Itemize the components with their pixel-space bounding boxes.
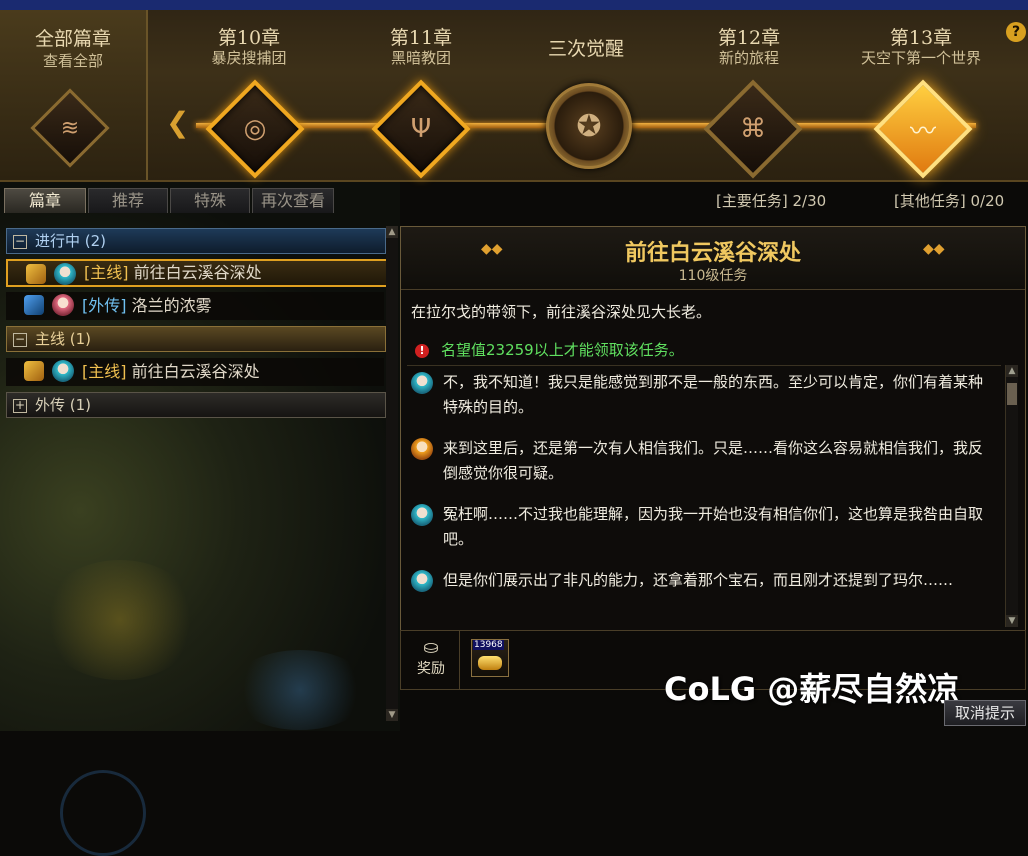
shield-eye-icon: ◎ <box>243 114 267 144</box>
dialog-scrollbar[interactable]: ▲ ▼ <box>1005 365 1018 627</box>
reward-item-gold[interactable]: 13968 <box>471 639 509 677</box>
scroll-up-icon[interactable]: ▲ <box>386 226 398 238</box>
scroll-up-icon[interactable]: ▲ <box>1006 365 1018 377</box>
quest-tag: [主线] <box>84 263 129 282</box>
chapter-bar: 全部篇章 查看全部 ≋ ❮ 第10章 暴戾搜捕团 ◎ 第11章 黑暗教团 Ψ 三… <box>0 0 1028 182</box>
avatar <box>411 570 433 592</box>
group-main[interactable]: − 主线 (1) <box>6 326 386 352</box>
dialog-text: 来到这里后，还是第一次有人相信我们。只是……看你这么容易就相信我们，我反倒感觉你… <box>443 439 984 482</box>
ornament-right-icon: ◆◆ <box>923 241 945 257</box>
reward-label-text: 奖励 <box>417 661 445 677</box>
chapter-12-node[interactable]: ⌘ <box>703 79 803 179</box>
scroll-down-icon[interactable]: ▼ <box>1006 615 1018 627</box>
warning-text: 名望值23259以上才能领取该任务。 <box>441 341 684 359</box>
chapter-10-title: 第10章 <box>217 27 281 49</box>
quest-detail-header: ◆◆ 前往白云溪谷深处 110级任务 ◆◆ <box>401 227 1025 290</box>
all-chapters-button[interactable]: 全部篇章 查看全部 ≋ <box>0 10 148 180</box>
list-item[interactable]: [主线] 前往白云溪谷深处 <box>6 358 384 386</box>
tab-special[interactable]: 特殊 <box>170 188 250 213</box>
requirement-warning: ! 名望值23259以上才能领取该任务。 <box>415 339 684 360</box>
chapter-13-sub: 天空下第一个世界 <box>860 49 981 67</box>
chapter-11-sub: 黑暗教团 <box>390 49 451 67</box>
dialog-text: 不，我不知道！我只是能感觉到那不是一般的东西。至少可以肯定，你们有着某种特殊的目… <box>443 373 984 416</box>
group-in-progress[interactable]: − 进行中 (2) <box>6 228 386 254</box>
expand-icon[interactable]: + <box>13 398 27 413</box>
scroll-icon: ≋ <box>30 88 110 168</box>
chapter-11-node[interactable]: Ψ <box>371 79 471 179</box>
warning-icon: ! <box>415 343 429 358</box>
group-label: 外传 (1) <box>35 396 92 414</box>
chapter-11-title: 第11章 <box>389 27 453 49</box>
main-quest-count: [主要任务] 2/30 <box>716 192 827 210</box>
chapter-10-node[interactable]: ◎ <box>205 79 305 179</box>
group-label: 主线 (1) <box>35 330 92 348</box>
tab-chapters[interactable]: 篇章 <box>4 188 86 213</box>
gold-coin-icon <box>478 656 502 670</box>
scroll-thumb[interactable] <box>1007 383 1017 405</box>
quest-tag: [外传] <box>82 296 127 315</box>
quest-name: 前往白云溪谷深处 <box>131 362 260 381</box>
quest-list: − 进行中 (2) [主线] 前往白云溪谷深处 [外传] 洛兰的浓雾 − 主线 (1… <box>4 226 388 731</box>
group-label: 进行中 (2) <box>35 232 107 250</box>
dialog-text: 但是你们展示出了非凡的能力，还拿着那个宝石，而且刚才还提到了玛尔…… <box>443 571 954 589</box>
quest-box-icon <box>24 361 44 381</box>
avatar <box>54 263 76 285</box>
quest-box-icon <box>26 264 46 284</box>
all-chapters-title: 全部篇章 <box>34 28 111 50</box>
quest-tag: [主线] <box>82 362 127 381</box>
quest-detail-panel: ◆◆ 前往白云溪谷深处 110级任务 ◆◆ 在拉尔戈的带领下，前往溪谷深处见大长… <box>400 226 1026 690</box>
quest-name: 前往白云溪谷深处 <box>133 263 262 282</box>
treasure-chest-icon: ⛀ <box>423 637 439 658</box>
awakening-title: 三次觉醒 <box>547 38 624 60</box>
dialog-text: 冤枉啊……不过我也能理解，因为我一开始也没有相信你们，这也算是我咎由自取吧。 <box>443 505 984 548</box>
quest-name: 洛兰的浓雾 <box>131 296 212 315</box>
all-chapters-sub: 查看全部 <box>42 52 103 70</box>
quest-description: 在拉尔戈的带领下，前往溪谷深处见大长老。 <box>411 303 712 321</box>
quest-dialog: 不，我不知道！我只是能感觉到那不是一般的东西。至少可以肯定，你们有着某种特殊的目… <box>407 365 1001 628</box>
chapter-10-sub: 暴戾搜捕团 <box>211 49 287 67</box>
avatar <box>411 504 433 526</box>
window-title-strip <box>0 0 1028 10</box>
avatar <box>52 360 74 382</box>
chapter-12-title: 第12章 <box>717 27 781 49</box>
scroll-down-icon[interactable]: ▼ <box>386 709 398 721</box>
collapse-icon[interactable]: − <box>13 332 27 347</box>
zigzag-icon: 〰 <box>909 116 936 147</box>
tab-review[interactable]: 再次查看 <box>252 188 334 213</box>
avatar <box>52 294 74 316</box>
group-side[interactable]: + 外传 (1) <box>6 392 386 418</box>
collapse-icon[interactable]: − <box>13 234 27 249</box>
reward-label: ⛀ 奖励 <box>403 631 460 689</box>
tab-recommended[interactable]: 推荐 <box>88 188 168 213</box>
knot-icon: ⌘ <box>740 114 766 144</box>
cancel-hint-button[interactable]: 取消提示 <box>944 700 1026 726</box>
reward-count: 13968 <box>473 640 504 650</box>
trident-icon: Ψ <box>410 114 432 144</box>
list-scrollbar[interactable]: ▲ ▼ <box>386 226 398 721</box>
watermark: CoLG @薪尽自然凉 <box>664 670 960 708</box>
chapter-13-node[interactable]: 〰 <box>873 79 973 179</box>
avatar <box>411 372 433 394</box>
chapter-12-sub: 新的旅程 <box>718 49 779 67</box>
list-item[interactable]: [主线] 前往白云溪谷深处 <box>6 259 388 287</box>
help-icon[interactable]: ? <box>1006 22 1026 42</box>
background-ring <box>60 770 146 856</box>
avatar <box>411 438 433 460</box>
quest-box-icon <box>24 295 44 315</box>
other-quest-count: [其他任务] 0/20 <box>894 192 1005 210</box>
list-item[interactable]: [外传] 洛兰的浓雾 <box>6 292 384 320</box>
chevron-left-icon[interactable]: ❮ <box>166 108 189 138</box>
quest-level: 110级任务 <box>678 268 748 284</box>
chapter-13-title: 第13章 <box>889 27 953 49</box>
awakening-gear-icon[interactable]: ✪ <box>546 83 632 169</box>
